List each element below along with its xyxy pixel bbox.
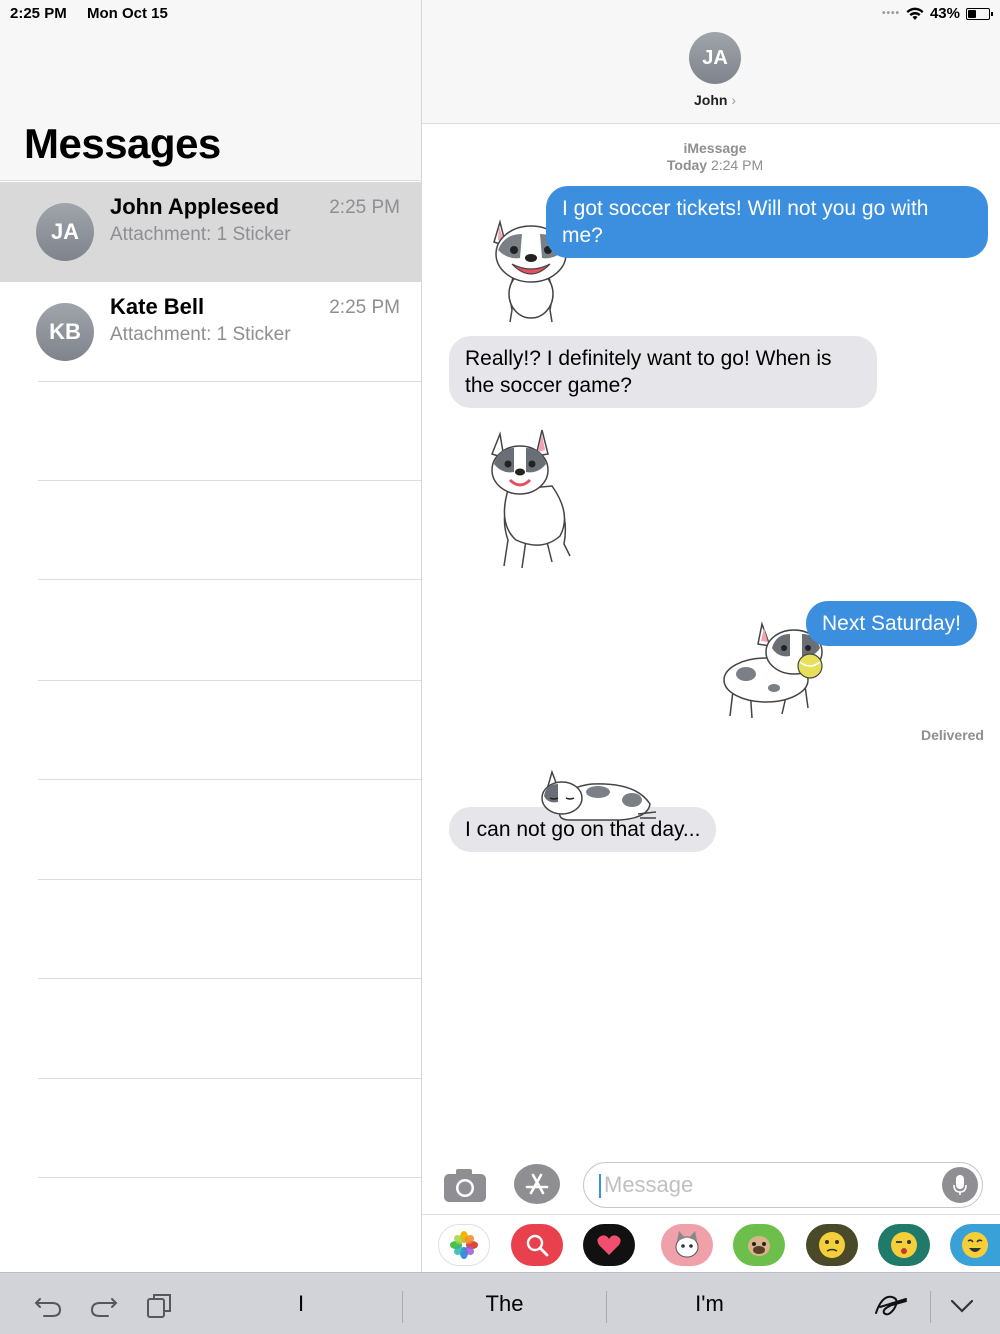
page-title: Messages <box>24 120 221 167</box>
message-bubble-incoming[interactable]: Really!? I definitely want to go! When i… <box>449 336 877 408</box>
suggestion-1[interactable]: I <box>200 1273 402 1334</box>
cat-sticker-app-icon[interactable] <box>661 1224 713 1266</box>
heart-icon <box>597 1235 621 1255</box>
bulldog-standing-sticker[interactable] <box>490 428 578 572</box>
conversation-name: Kate Bell <box>110 294 205 319</box>
status-time: 2:25 PM <box>10 5 67 22</box>
status-bar: 2:25 PM Mon Oct 15 •••• 43% <box>0 0 1000 28</box>
divider <box>38 1177 421 1178</box>
photos-flower-icon <box>450 1231 478 1259</box>
timestamp-day: Today <box>666 157 708 173</box>
conversation-time: 2:25 PM <box>329 197 400 218</box>
contact-avatar[interactable]: JA <box>689 32 741 84</box>
text-caret <box>599 1174 601 1198</box>
camera-icon[interactable] <box>442 1165 488 1205</box>
status-indicators: •••• 43% <box>881 5 993 22</box>
message-input[interactable] <box>604 1163 924 1206</box>
bulldog-lying-sticker[interactable] <box>540 768 658 828</box>
search-images-app-icon[interactable] <box>511 1224 563 1266</box>
dog-sticker-app-icon[interactable] <box>733 1224 785 1266</box>
divider <box>38 779 421 780</box>
divider <box>38 1078 421 1079</box>
conversation-preview: Attachment: 1 Sticker <box>110 224 291 245</box>
contact-name: John <box>693 92 728 108</box>
conversation-time: 2:25 PM <box>329 297 400 318</box>
emoji-sticker-app-icon-3[interactable] <box>950 1224 1000 1266</box>
battery-icon <box>966 7 993 20</box>
contact-name-button[interactable]: John › <box>422 92 1000 108</box>
imessage-app-strip <box>422 1214 1000 1272</box>
divider <box>38 381 421 382</box>
emoji-sticker-app-icon-2[interactable] <box>878 1224 930 1266</box>
app-store-glyph-icon <box>525 1173 549 1195</box>
conversation-preview: Attachment: 1 Sticker <box>110 324 291 345</box>
microphone-icon[interactable] <box>942 1167 978 1203</box>
battery-percent: 43% <box>929 5 960 22</box>
pug-face-icon <box>748 1236 770 1256</box>
divider <box>38 978 421 979</box>
app-store-icon[interactable] <box>514 1164 560 1204</box>
delivered-label: Delivered <box>920 727 984 743</box>
divider <box>38 680 421 681</box>
avatar: JA <box>36 203 94 261</box>
emoji-sticker-app-icon[interactable] <box>806 1224 858 1266</box>
divider <box>930 1291 931 1323</box>
dismiss-keyboard-icon[interactable] <box>948 1291 976 1319</box>
message-timestamp: Today 2:24 PM <box>422 157 1000 173</box>
chevron-right-icon: › <box>731 92 736 108</box>
conversation-pane: JA John › iMessage Today 2:24 PM I got s… <box>422 0 1000 1272</box>
conversation-row-john-appleseed[interactable]: JA John Appleseed Attachment: 1 Sticker … <box>0 182 421 282</box>
redo-icon[interactable] <box>88 1291 118 1319</box>
keyboard-shortcut-bar: I The I'm <box>0 1272 1000 1334</box>
digital-touch-app-icon[interactable] <box>583 1224 635 1266</box>
suggestion-2[interactable]: The <box>403 1273 606 1334</box>
conversation-name: John Appleseed <box>110 194 280 219</box>
paste-icon[interactable] <box>144 1291 174 1319</box>
service-name: iMessage <box>683 140 747 156</box>
thinking-face-icon <box>819 1232 845 1258</box>
conversation-row-kate-bell[interactable]: KB Kate Bell Attachment: 1 Sticker 2:25 … <box>0 282 421 382</box>
service-label: iMessage <box>422 140 1000 156</box>
winking-face-icon <box>891 1232 917 1258</box>
undo-icon[interactable] <box>34 1291 64 1319</box>
suggestion-3[interactable]: I'm <box>607 1273 812 1334</box>
divider <box>38 480 421 481</box>
message-bubble-outgoing[interactable]: Next Saturday! <box>806 601 977 646</box>
handwriting-icon[interactable] <box>872 1291 908 1319</box>
timestamp-time: 2:24 PM <box>710 157 764 173</box>
signal-icon: •••• <box>881 8 900 19</box>
laughing-face-icon <box>962 1232 988 1258</box>
cat-face-icon <box>675 1231 699 1258</box>
message-field[interactable] <box>583 1162 983 1208</box>
avatar: KB <box>36 303 94 361</box>
divider <box>38 579 421 580</box>
wifi-icon <box>906 7 924 20</box>
conversation-list: Messages JA John Appleseed Attachment: 1… <box>0 0 422 1272</box>
status-date: Mon Oct 15 <box>87 5 168 22</box>
photos-app-icon[interactable] <box>438 1224 490 1266</box>
mic-glyph-icon <box>953 1175 967 1195</box>
magnifier-icon <box>526 1234 549 1257</box>
divider <box>38 879 421 880</box>
message-bubble-outgoing[interactable]: I got soccer tickets! Will not you go wi… <box>546 186 988 258</box>
